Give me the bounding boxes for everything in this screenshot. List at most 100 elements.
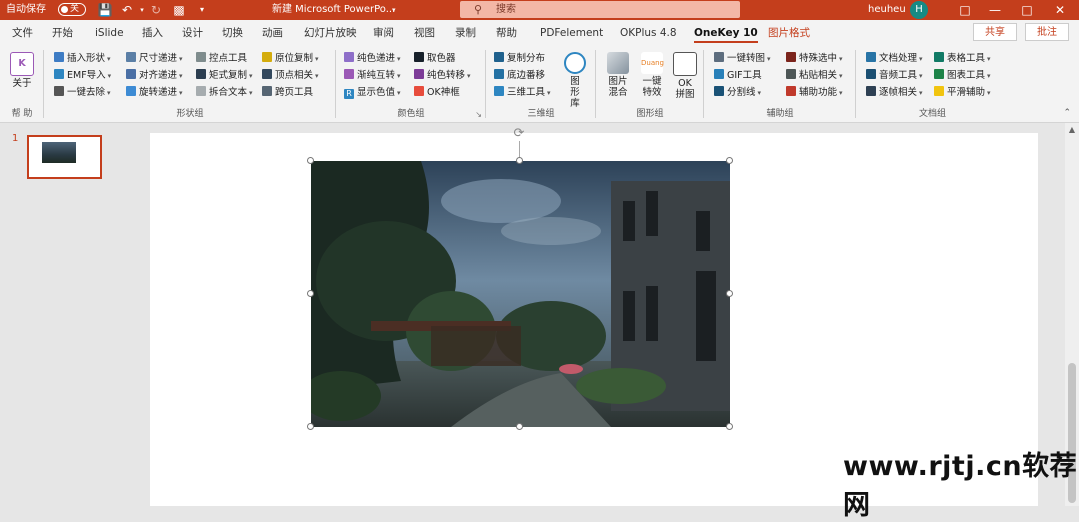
color-group-label: 颜色组 xyxy=(397,109,425,119)
tab-insert[interactable]: 插入 xyxy=(142,20,163,46)
paste-related-button[interactable]: 粘贴相关 ▾ xyxy=(786,68,843,83)
frame-by-frame-button[interactable]: 逐帧相关 ▾ xyxy=(866,85,923,100)
rotate-handle-icon[interactable]: ⟳ xyxy=(512,127,526,141)
redo-icon[interactable]: ↻ xyxy=(148,2,164,18)
tab-design[interactable]: 设计 xyxy=(182,20,203,46)
insert-shape-label: 插入形状 xyxy=(67,53,106,64)
tab-view[interactable]: 视图 xyxy=(414,20,435,46)
search-box[interactable]: ⚲ 搜索 xyxy=(460,1,740,18)
resize-handle-bottom[interactable] xyxy=(516,423,523,430)
grid-icon xyxy=(714,86,724,96)
close-icon[interactable]: ✕ xyxy=(1045,0,1075,20)
resize-handle-left[interactable] xyxy=(307,290,314,297)
split-text-button[interactable]: 拆合文本 ▾ xyxy=(196,85,253,100)
maximize-icon[interactable]: □ xyxy=(1012,0,1042,20)
one-click-effect-button[interactable]: Duang 一键特效 xyxy=(636,52,668,98)
share-button[interactable]: 共享 xyxy=(973,23,1017,41)
shape-library-button[interactable]: 图形库 xyxy=(562,52,588,109)
tab-help[interactable]: 帮助 xyxy=(496,20,517,46)
copy-distribute-button[interactable]: 复制分布 xyxy=(494,51,545,66)
gradient-convert-label: 渐纯互转 xyxy=(357,70,396,81)
ribbon: K 关于 帮 助 插入形状 ▾ EMF导入 ▾ 一键去除 ▾ 尺寸递进 ▾ 对齐递进 ▾ … xyxy=(0,46,1079,123)
smooth-assist-button[interactable]: 平滑辅助 ▾ xyxy=(934,85,991,100)
comments-label: 批注 xyxy=(1037,27,1057,38)
cross-page-tool-button[interactable]: 跨页工具 xyxy=(262,85,313,100)
rotate-progression-button[interactable]: 旋转递进 ▾ xyxy=(126,85,183,100)
one-click-to-image-button[interactable]: 一键转图 ▾ xyxy=(714,51,771,66)
comments-button[interactable]: 批注 xyxy=(1025,23,1069,41)
about-button[interactable]: K 关于 xyxy=(8,52,36,89)
vertex-related-button[interactable]: 顶点相关 ▾ xyxy=(262,68,319,83)
help-group: K 关于 帮 助 xyxy=(0,46,44,122)
avatar[interactable]: H xyxy=(910,1,928,19)
tab-home[interactable]: 开始 xyxy=(52,20,73,46)
selected-picture[interactable] xyxy=(311,161,730,427)
gradient-convert-button[interactable]: 渐纯互转 ▾ xyxy=(344,68,401,83)
divider-line-button[interactable]: 分割线 ▾ xyxy=(714,85,761,100)
assist-functions-button[interactable]: 辅助功能 ▾ xyxy=(786,85,843,100)
tab-slideshow[interactable]: 幻灯片放映 xyxy=(304,20,357,46)
in-place-copy-button[interactable]: 原位复制 ▾ xyxy=(262,51,319,66)
solid-color-transfer-button[interactable]: 纯色转移 ▾ xyxy=(414,68,471,83)
palette-icon xyxy=(344,52,354,62)
tab-transitions[interactable]: 切换 xyxy=(222,20,243,46)
paste-related-label: 粘贴相关 xyxy=(799,70,838,81)
user-name[interactable]: heuheu xyxy=(868,0,906,20)
size-progression-button[interactable]: 尺寸递进 ▾ xyxy=(126,51,183,66)
tab-record[interactable]: 录制 xyxy=(455,20,476,46)
show-color-value-button[interactable]: R 显示色值 ▾ xyxy=(344,85,401,100)
start-slideshow-icon[interactable]: ▩ xyxy=(171,2,187,18)
show-color-value-label: 显示色值 xyxy=(357,87,396,98)
save-icon[interactable]: 💾 xyxy=(97,2,113,18)
resize-handle-bottom-left[interactable] xyxy=(307,423,314,430)
table-tool-button[interactable]: 表格工具 ▾ xyxy=(934,51,991,66)
tab-pdfelement[interactable]: PDFelement xyxy=(540,20,603,46)
tab-islide[interactable]: iSlide xyxy=(95,20,124,46)
tab-review[interactable]: 审阅 xyxy=(373,20,394,46)
one-click-remove-button[interactable]: 一键去除 ▾ xyxy=(54,85,111,100)
resize-handle-top-left[interactable] xyxy=(307,157,314,164)
ok-collage-button[interactable]: OK拼图 xyxy=(670,52,700,100)
chart-tool-button[interactable]: 图表工具 ▾ xyxy=(934,68,991,83)
ribbon-display-options-icon[interactable]: □ xyxy=(950,0,980,20)
emf-import-button[interactable]: EMF导入 ▾ xyxy=(54,68,111,83)
tab-picture-format[interactable]: 图片格式 xyxy=(768,20,810,46)
tab-animations[interactable]: 动画 xyxy=(262,20,283,46)
collapse-ribbon-icon[interactable]: ⌃ xyxy=(1063,108,1071,118)
solid-color-progression-button[interactable]: 纯色递进 ▾ xyxy=(344,51,401,66)
ok-magic-frame-label: OK神框 xyxy=(427,87,460,98)
resize-handle-top-right[interactable] xyxy=(726,157,733,164)
audio-tool-button[interactable]: 音频工具 ▾ xyxy=(866,68,923,83)
handle-tool-button[interactable]: 控点工具 xyxy=(196,51,247,66)
matrix-copy-button[interactable]: 矩式复制 ▾ xyxy=(196,68,253,83)
document-processing-button[interactable]: 文档处理 ▾ xyxy=(866,51,923,66)
image-blend-button[interactable]: 图片混合 xyxy=(602,52,634,98)
insert-shape-button[interactable]: 插入形状 ▾ xyxy=(54,51,111,66)
gif-tool-button[interactable]: GIF工具 xyxy=(714,68,762,83)
autosave-toggle[interactable]: 关 xyxy=(58,3,86,16)
rotate-icon xyxy=(126,86,136,96)
watermark: www.rjtj.cn软荐网 xyxy=(843,451,1078,521)
ok-magic-frame-button[interactable]: OK神框 xyxy=(414,85,460,100)
tab-okplus[interactable]: OKPlus 4.8 xyxy=(620,20,677,46)
slide-thumbnail[interactable] xyxy=(27,135,102,179)
dialog-launcher-icon[interactable]: ↘ xyxy=(475,110,482,119)
bottom-edge-shift-button[interactable]: 底边番移 xyxy=(494,68,545,83)
size-progression-label: 尺寸递进 xyxy=(139,53,178,64)
resize-handle-right[interactable] xyxy=(726,290,733,297)
minimize-icon[interactable]: — xyxy=(980,0,1010,20)
resize-handle-top[interactable] xyxy=(516,157,523,164)
align-progression-button[interactable]: 对齐递进 ▾ xyxy=(126,68,183,83)
special-select-button[interactable]: 特殊选中 ▾ xyxy=(786,51,843,66)
scroll-up-icon[interactable]: ▲ xyxy=(1065,125,1079,134)
three-d-tools-button[interactable]: 三维工具 ▾ xyxy=(494,85,551,100)
undo-icon[interactable]: ↶ xyxy=(119,2,135,18)
title-dropdown-icon[interactable]: ▾ xyxy=(392,0,396,20)
color-group: 纯色递进 ▾ 渐纯互转 ▾ R 显示色值 ▾ 取色器 纯色转移 ▾ OK神框 颜色组 ↘ xyxy=(336,46,486,122)
document-title: 新建 Microsoft PowerPo... xyxy=(272,4,396,15)
color-picker-button[interactable]: 取色器 xyxy=(414,51,456,66)
customize-toolbar-icon[interactable]: ▾ xyxy=(194,2,210,18)
resize-handle-bottom-right[interactable] xyxy=(726,423,733,430)
tab-file[interactable]: 文件 xyxy=(12,20,33,46)
tab-onekey[interactable]: OneKey 10 xyxy=(694,20,758,46)
